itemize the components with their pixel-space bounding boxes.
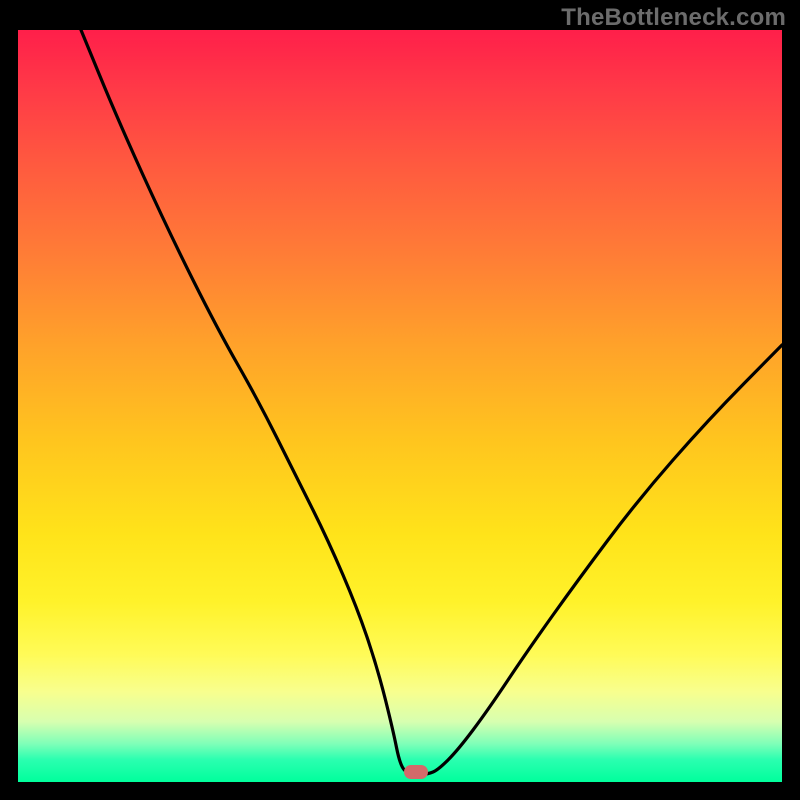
chart-frame: TheBottleneck.com [0,0,800,800]
watermark-text: TheBottleneck.com [561,4,786,32]
plot-area [18,30,782,782]
minimum-marker [404,765,428,779]
curve-svg [18,30,782,782]
bottleneck-curve [81,30,782,775]
